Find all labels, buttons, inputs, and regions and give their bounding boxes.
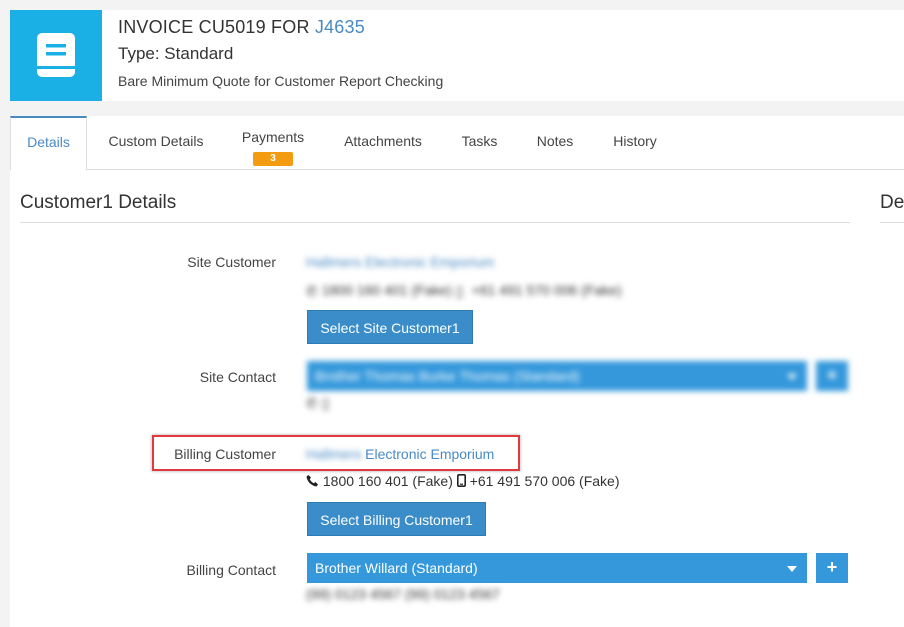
add-billing-contact-button[interactable]: +	[816, 553, 848, 583]
billing-customer-phone: 1800 160 401 (Fake)	[322, 473, 453, 489]
page-title: INVOICE CU5019 FOR J4635	[118, 17, 365, 38]
chevron-down-icon	[787, 374, 797, 380]
site-contact-select[interactable]: Brother Thomas Burke Thomas (Standard)	[307, 361, 807, 391]
tab-payments[interactable]: Payments 3	[232, 116, 314, 170]
tab-label: Payments	[241, 129, 305, 145]
billing-contact-label: Billing Contact	[186, 562, 277, 578]
chevron-down-icon	[787, 566, 797, 572]
select-billing-customer-button[interactable]: Select Billing Customer1	[307, 502, 486, 536]
invoice-icon-tile	[10, 10, 102, 101]
mobile-icon: ▯	[455, 283, 464, 299]
details-panel: Customer1 Details De Site Customer Hallm…	[10, 170, 904, 627]
site-customer-label: Site Customer	[187, 254, 276, 270]
site-customer-phone: 1800 160 401 (Fake)	[321, 282, 452, 298]
tab-label: Notes	[536, 133, 574, 149]
phone-icon: ✆	[306, 283, 318, 299]
section-divider-right	[880, 222, 904, 223]
billing-contact-info: (99) 0123 4567 (99) 0123 4567	[306, 586, 500, 602]
section-title-right: De	[880, 192, 904, 213]
phone-icon: ✆	[306, 395, 318, 411]
billing-customer-mobile: +61 491 570 006 (Fake)	[469, 473, 620, 489]
site-contact-value: Brother Thomas Burke Thomas (Standard)	[315, 368, 580, 384]
tab-label: Custom Details	[108, 133, 204, 149]
site-contact-info: ✆ ▯	[306, 394, 366, 411]
job-link[interactable]: J4635	[315, 17, 365, 37]
mobile-icon	[456, 474, 466, 487]
tab-notes[interactable]: Notes	[526, 116, 584, 170]
tab-label: Details	[27, 134, 70, 150]
payments-count-badge: 3	[253, 152, 293, 166]
tab-custom-details[interactable]: Custom Details	[100, 116, 212, 170]
tab-tasks[interactable]: Tasks	[452, 116, 507, 170]
title-prefix: INVOICE CU5019 FOR	[118, 17, 310, 37]
site-customer-mobile: +61 491 570 006 (Fake)	[471, 282, 622, 298]
invoice-type: Type: Standard	[118, 44, 234, 63]
billing-contact-value: Brother Willard (Standard)	[315, 560, 478, 576]
select-site-customer-button[interactable]: Select Site Customer1	[307, 310, 473, 344]
tab-attachments[interactable]: Attachments	[334, 116, 432, 170]
add-site-contact-button[interactable]: +	[816, 361, 848, 391]
tab-label: History	[613, 133, 657, 149]
tab-bar: Details Custom Details Payments 3 Attach…	[10, 116, 904, 171]
tab-label: Attachments	[344, 133, 422, 149]
tab-details[interactable]: Details	[10, 116, 87, 171]
billing-customer-highlight	[152, 435, 520, 471]
tab-history[interactable]: History	[603, 116, 667, 170]
section-divider	[20, 222, 850, 223]
site-customer-link[interactable]: Hallmers Electronic Emporium	[306, 254, 494, 270]
phone-icon	[306, 475, 318, 487]
invoice-header: INVOICE CU5019 FOR J4635 Type: Standard …	[10, 10, 904, 101]
tab-label: Tasks	[461, 133, 498, 149]
book-icon	[37, 33, 75, 77]
mobile-icon: ▯	[321, 395, 330, 411]
billing-contact-select[interactable]: Brother Willard (Standard)	[307, 553, 807, 583]
site-contact-label: Site Contact	[199, 369, 276, 385]
site-customer-phones: ✆ 1800 160 401 (Fake) ▯ +61 491 570 006 …	[306, 282, 622, 299]
section-title: Customer1 Details	[20, 192, 177, 213]
invoice-description: Bare Minimum Quote for Customer Report C…	[118, 73, 444, 89]
billing-customer-phones: 1800 160 401 (Fake) +61 491 570 006 (Fak…	[306, 473, 620, 489]
